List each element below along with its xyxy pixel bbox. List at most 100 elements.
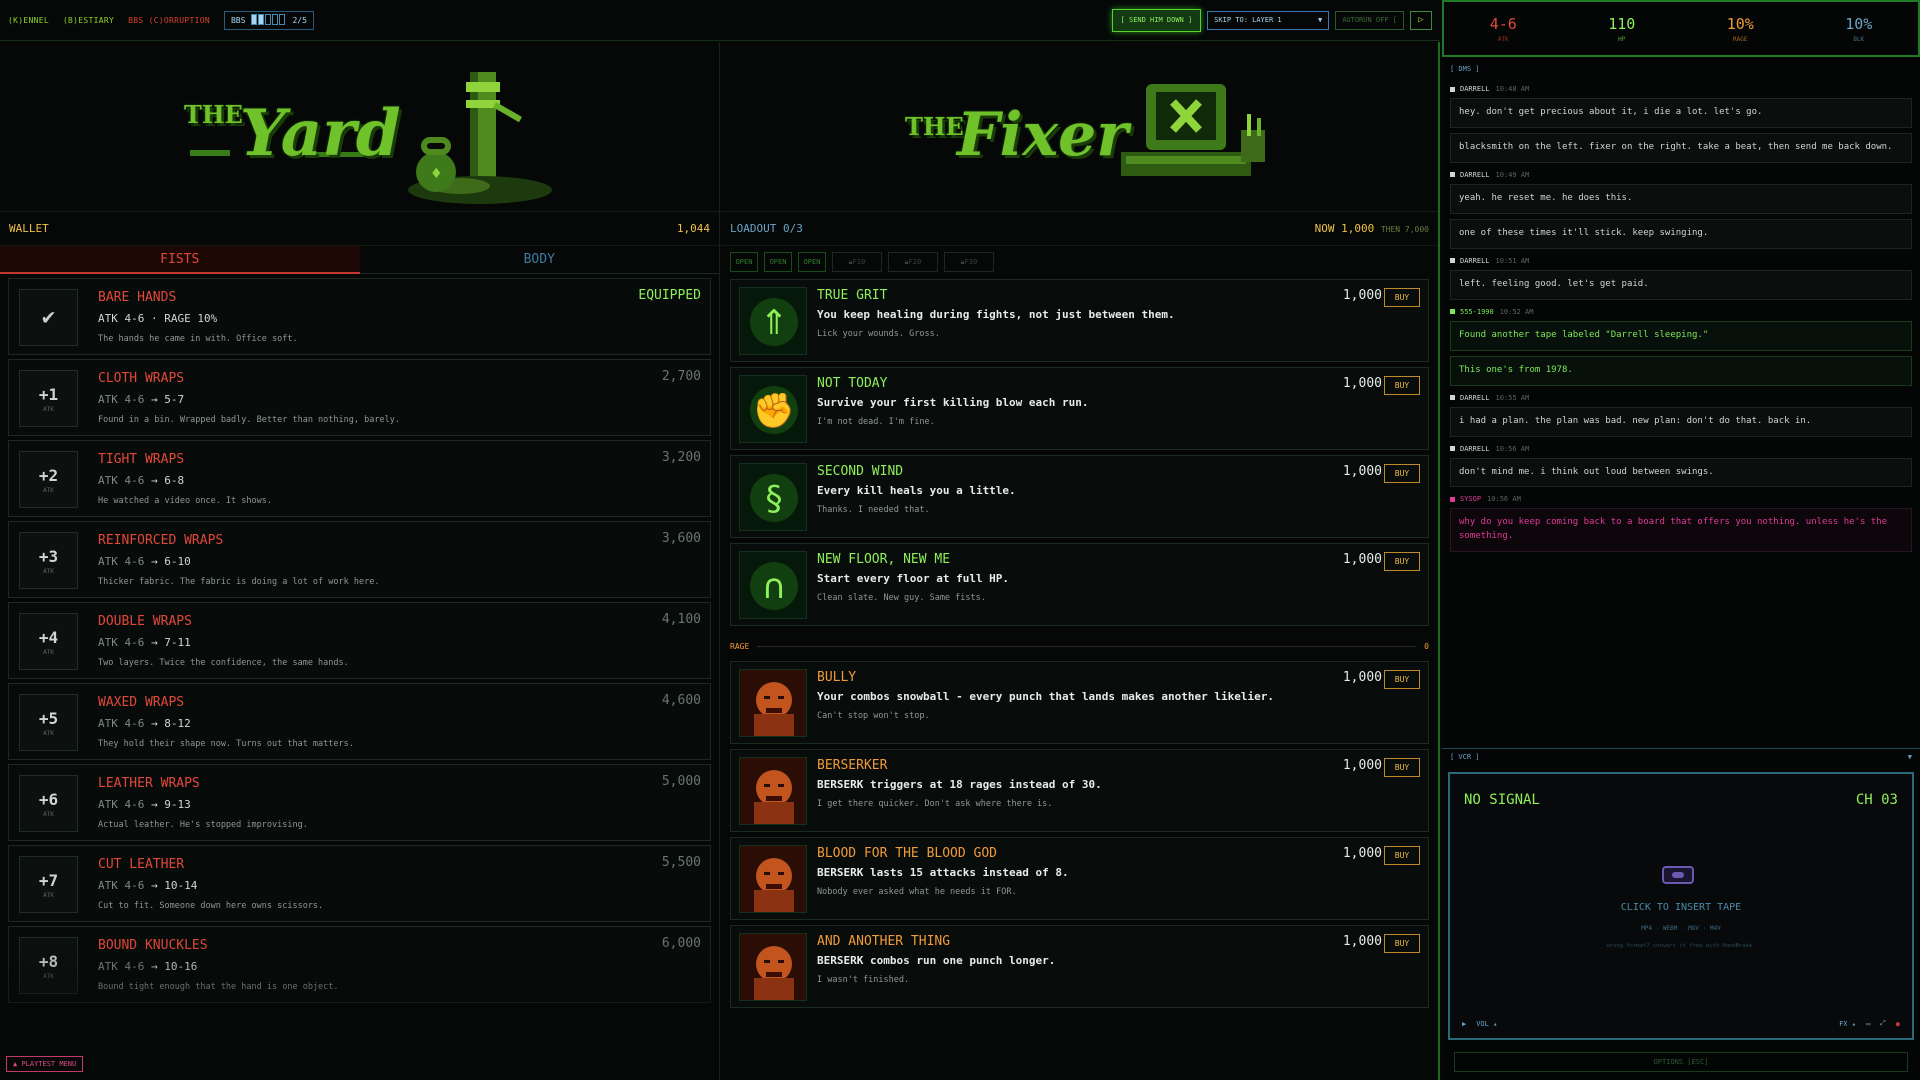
mod-card[interactable]: § SECOND WIND Every kill heals you a littl… (730, 455, 1429, 538)
mod-flavor: Thanks. I needed that. (817, 505, 930, 515)
upgrade-atk-label: ATK (43, 405, 54, 413)
tab-body[interactable]: BODY (359, 246, 719, 274)
mod-effect: You keep healing during fights, not just… (817, 308, 1175, 321)
item-stat: ATK 4-6 · RAGE 10% (98, 312, 217, 325)
fists-item[interactable]: +6 ATK LEATHER WRAPS ATK 4-6 → 9-13 Actual l… (8, 764, 711, 841)
check-icon-glyph: ✔ (41, 305, 56, 330)
record-icon[interactable]: ● (1896, 1020, 1900, 1028)
item-price: 2,700 (661, 369, 701, 384)
upgrade-level: +4 (38, 627, 59, 647)
buy-button[interactable]: BUY (1384, 376, 1420, 395)
playtest-menu-button[interactable]: ▲ PLAYTEST MENU (6, 1056, 84, 1072)
format-hint: wrong format? convert it free with HandB… (1606, 943, 1756, 949)
fists-item[interactable]: ✔ BARE HANDS ATK 4-6 · RAGE 10% The hands h… (8, 278, 711, 355)
mod-effect: BERSERK triggers at 18 rages instead of … (817, 778, 1102, 791)
buy-button[interactable]: BUY (1384, 670, 1420, 689)
fists-item[interactable]: +5 ATK WAXED WRAPS ATK 4-6 → 8-12 They hold … (8, 683, 711, 760)
autorun-toggle[interactable]: AUTORUN OFF [ (1335, 10, 1404, 30)
mod-card[interactable]: ✊ NOT TODAY Survive your first killing blo… (730, 367, 1429, 450)
menu-kennel[interactable]: (K)ENNEL (8, 16, 49, 25)
bbs-segment (272, 13, 279, 25)
triangle-down-icon[interactable]: ▼ (1908, 753, 1912, 761)
top-bar: (K)ENNEL (B)ESTIARY BBS (C)ORRUPTION BBS… (0, 0, 1440, 41)
message-time: 10:49 AM (1495, 170, 1530, 179)
buy-button[interactable]: BUY (1384, 934, 1420, 953)
fullscreen-icon[interactable]: ⤢ (1880, 1019, 1886, 1028)
menu-bestiary[interactable]: (B)ESTIARY (63, 16, 114, 25)
fx-control[interactable]: FX ▴ (1839, 1020, 1856, 1028)
item-name: REINFORCED WRAPS (98, 533, 224, 548)
tools-icon (1241, 114, 1265, 162)
mod-flavor: I get there quicker. Don't ask where the… (817, 799, 1053, 809)
open-slot[interactable]: OPEN (730, 252, 758, 272)
upgrade-level: +5 (38, 708, 59, 728)
fists-item[interactable]: +3 ATK REINFORCED WRAPS ATK 4-6 → 6-10 Thick… (8, 521, 711, 598)
mod-list-fade (721, 1010, 1438, 1080)
upgrade-level-icon: +5 ATK (19, 694, 78, 751)
buy-button[interactable]: BUY (1384, 846, 1420, 865)
locked-slot[interactable]: 🔒︎ F20 (888, 252, 938, 272)
bbs-label: BBS (230, 15, 246, 25)
play-icon[interactable]: ▶ (1462, 1020, 1466, 1028)
vcr-screen[interactable]: NO SIGNAL CH 03 CLICK TO INSERT TAPE MP4… (1448, 772, 1914, 1040)
screen-icon[interactable]: ▭ (1866, 1020, 1870, 1028)
options-button[interactable]: OPTIONS [ESC] (1454, 1052, 1908, 1072)
mod-card[interactable]: ⇑ TRUE GRIT You keep healing during fights… (730, 279, 1429, 362)
slot-label: F10 (852, 258, 866, 266)
channel-text: CH 03 (1855, 792, 1898, 808)
mod-art-icon (739, 845, 807, 913)
buy-button[interactable]: BUY (1384, 288, 1420, 307)
fists-item[interactable]: +2 ATK TIGHT WRAPS ATK 4-6 → 6-8 He watched … (8, 440, 711, 517)
item-desc: Found in a bin. Wrapped badly. Better th… (98, 415, 400, 425)
item-name: LEATHER WRAPS (98, 776, 200, 791)
volume-control[interactable]: VOL ▴ (1476, 1020, 1497, 1028)
computer-icon (1121, 84, 1251, 176)
mod-card[interactable]: AND ANOTHER THING BERSERK combos run one … (730, 925, 1429, 1008)
sender-name: DARRELL (1460, 85, 1490, 93)
skip-to-layer-select[interactable]: SKIP TO: LAYER 1 ▼ (1207, 10, 1330, 30)
mod-card[interactable]: BULLY Your combos snowball - every punch … (730, 661, 1429, 744)
dms-header: [ DMS ] (1450, 65, 1480, 73)
dm-message: Found another tape labeled "Darrell slee… (1450, 320, 1912, 351)
locked-slot[interactable]: 🔒︎ F30 (944, 252, 994, 272)
fists-item[interactable]: +7 ATK CUT LEATHER ATK 4-6 → 10-14 Cut to fi… (8, 845, 711, 922)
mod-flavor: Nobody ever asked what he needs it FOR. (817, 887, 1017, 897)
buy-button[interactable]: BUY (1384, 464, 1420, 483)
mod-card[interactable]: BLOOD FOR THE BLOOD GOD BERSERK lasts 15 … (730, 837, 1429, 920)
locked-slot[interactable]: 🔒︎ F10 (832, 252, 882, 272)
no-signal-text: NO SIGNAL (1464, 792, 1540, 808)
bbs-progress: BBS 2/5 (223, 10, 314, 30)
wallet-value: 1,044 (676, 222, 710, 235)
open-slot[interactable]: OPEN (798, 252, 826, 272)
insert-tape-button[interactable]: CLICK TO INSERT TAPE (1450, 902, 1912, 913)
play-icon[interactable]: ▷ (1410, 10, 1432, 30)
yard-banner-the: THE (184, 100, 243, 129)
item-stat: ATK 4-6 → 5-7 (98, 393, 184, 406)
fists-item[interactable]: +1 ATK CLOTH WRAPS ATK 4-6 → 5-7 Found in a … (8, 359, 711, 436)
dm-message: left. feeling good. let's get paid. (1450, 269, 1912, 300)
upgrade-atk-label: ATK (43, 810, 54, 818)
sender-name: DARRELL (1460, 393, 1490, 402)
dm-message: yeah. he reset me. he does this. (1450, 183, 1912, 214)
upgrade-atk-label: ATK (43, 648, 54, 656)
buy-button[interactable]: BUY (1384, 758, 1420, 777)
item-stat-old: ATK 4-6 (98, 474, 145, 487)
rage-section-label: RAGE (730, 641, 750, 651)
buy-button[interactable]: BUY (1384, 552, 1420, 571)
item-desc: They hold their shape now. Turns out tha… (98, 739, 354, 749)
mod-effect: Survive your first killing blow each run… (817, 396, 1089, 409)
upgrade-atk-label: ATK (43, 891, 54, 899)
svg-text:∩: ∩ (762, 567, 787, 607)
fists-item[interactable]: +4 ATK DOUBLE WRAPS ATK 4-6 → 7-11 Two layer… (8, 602, 711, 679)
item-price: 4,600 (661, 693, 701, 708)
item-stat-new: → 8-12 (144, 717, 191, 730)
tab-fists[interactable]: FISTS (0, 246, 360, 274)
mod-card[interactable]: ∩ NEW FLOOR, NEW ME Start every floor at f… (730, 543, 1429, 626)
open-slot[interactable]: OPEN (764, 252, 792, 272)
mod-card[interactable]: BERSERKER BERSERK triggers at 18 rages in… (730, 749, 1429, 832)
fixer-mod-list: ⇑ TRUE GRIT You keep healing during fights… (721, 279, 1438, 626)
side-panel: 4-6 ATK 110 HP 10% RAGE 10% BLK [ DMS ] DARRELL… (1442, 0, 1920, 1080)
send-him-down-button[interactable]: [ SEND HIM DOWN ] (1111, 8, 1202, 32)
menu-bbs-corruption[interactable]: BBS (C)ORRUPTION (128, 16, 210, 25)
rage-mod-list: BULLY Your combos snowball - every punch … (721, 661, 1438, 1008)
